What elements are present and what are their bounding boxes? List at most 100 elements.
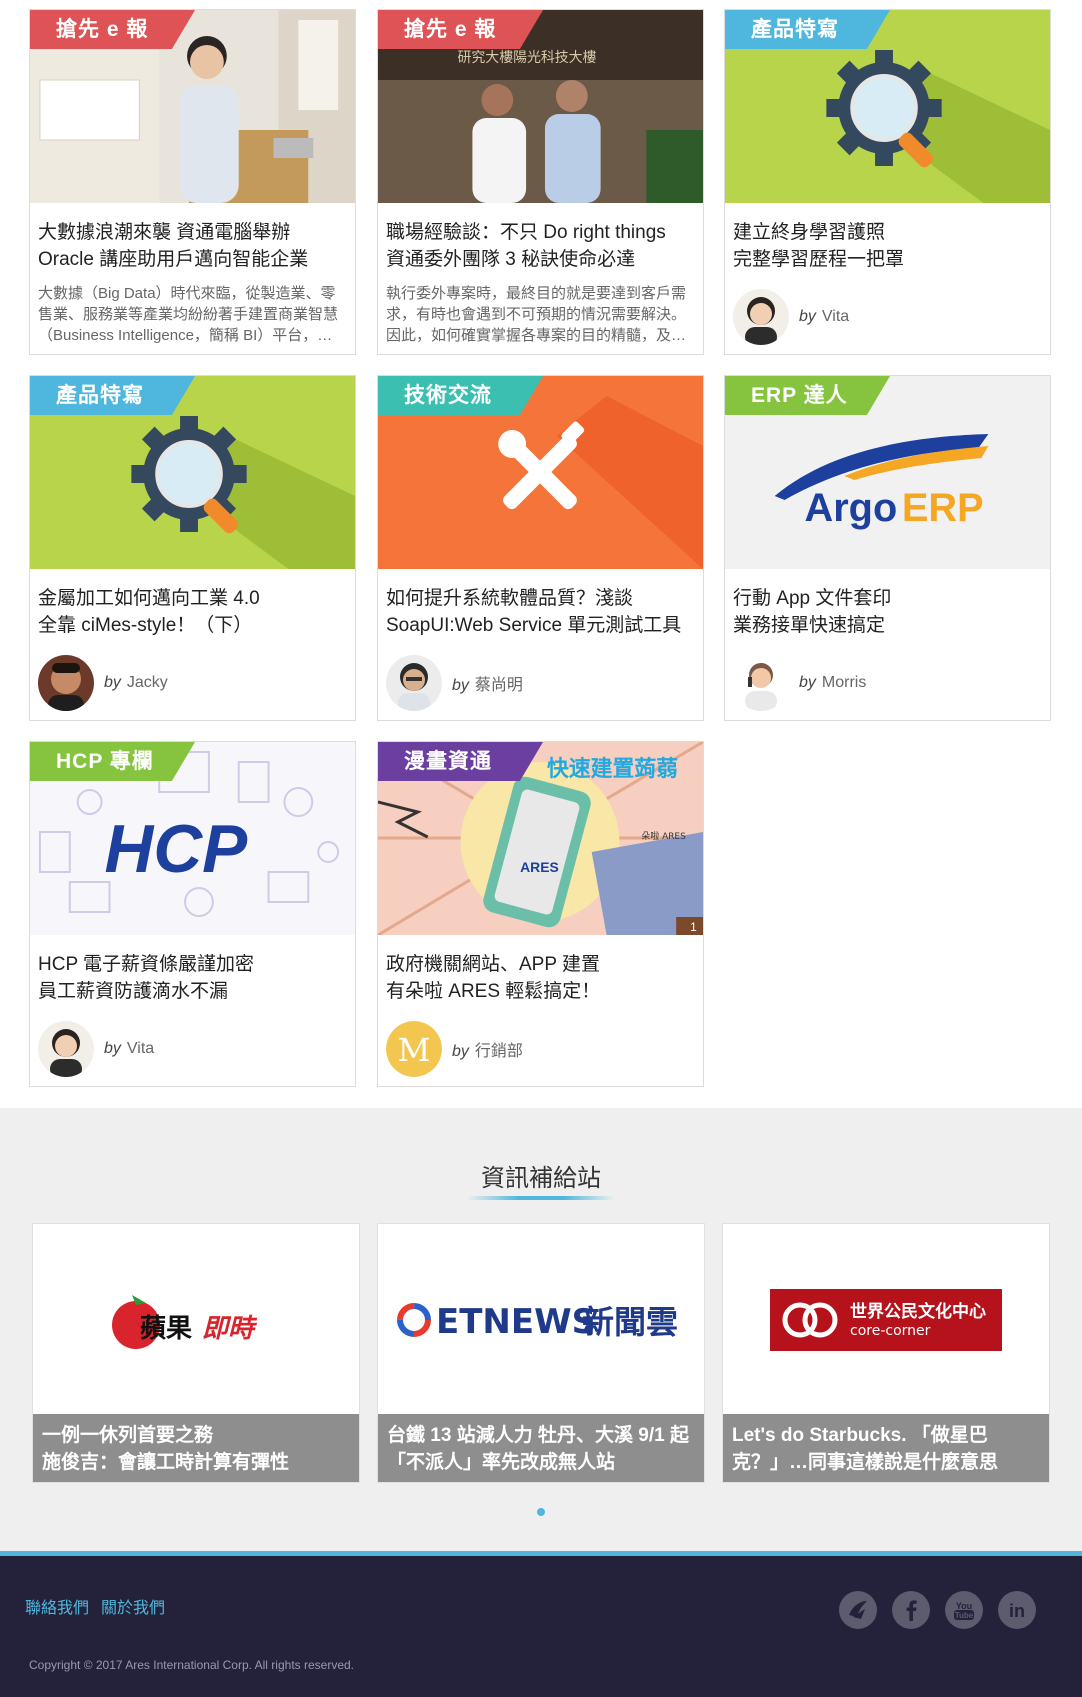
about-us-link[interactable]: 關於我們 [101, 1594, 165, 1618]
title-underline [467, 1196, 615, 1200]
author-avatar: M [386, 1021, 442, 1077]
title-line: 業務接單快速搞定 [733, 615, 886, 636]
caption-line: 台鐵 13 站減人力 牡丹、大溪 9/1 起 [387, 1425, 689, 1446]
article-thumbnail: 研究大樓陽光科技大樓 搶先 e 報 [378, 10, 703, 203]
svg-text:即時: 即時 [202, 1314, 258, 1344]
building-sign: 研究大樓陽光科技大樓 [458, 50, 597, 66]
facebook-icon[interactable] [892, 1591, 930, 1629]
title-line: 員工薪資防護滴水不漏 [38, 981, 229, 1002]
news-caption: Let's do Starbucks. 「做星巴 克？」…同事這樣說是什麼意思 [723, 1414, 1049, 1482]
caption-line: 施俊吉：會讓工時計算有彈性 [42, 1452, 290, 1473]
title-line: 建立終身學習護照 [733, 222, 886, 243]
article-thumbnail: 產品特寫 [725, 10, 1050, 203]
title-line: 如何提升系統軟體品質？淺談 [386, 588, 634, 609]
article-card-outsourcing[interactable]: 研究大樓陽光科技大樓 搶先 e 報 職場經驗談：不只 Do right thin… [377, 9, 704, 355]
article-title: 如何提升系統軟體品質？淺談 SoapUI:Web Service 單元測試工具 [378, 569, 703, 639]
youtube-icon[interactable]: You Tube [945, 1591, 983, 1629]
author-avatar [38, 655, 94, 711]
author-byline: by Morris [733, 655, 866, 711]
carousel-dot[interactable] [537, 1508, 545, 1516]
svg-text:in: in [1009, 1601, 1025, 1621]
svg-text:Tube: Tube [955, 1611, 974, 1620]
author-avatar [386, 655, 442, 711]
etnews-logo: ETNEWS 新聞雲 [378, 1224, 704, 1416]
author-avatar [38, 1021, 94, 1077]
article-card-mobile-app[interactable]: Argo ERP ERP 達人 行動 App 文件套印 業務接單快速搞定 by M… [724, 375, 1051, 721]
title-line: 政府機關網站、APP 建置 [386, 954, 600, 975]
author-avatar [733, 289, 789, 345]
author-byline: by Jacky [38, 655, 168, 711]
svg-text:新聞雲: 新聞雲 [582, 1303, 678, 1341]
author-byline: by Vita [38, 1021, 154, 1077]
title-line: 全靠 ciMes-style！（下） [38, 615, 253, 636]
article-title: 大數據浪潮來襲 資通電腦舉辦 Oracle 講座助用戶邁向智能企業 [30, 203, 355, 273]
article-excerpt: 大數據（Big Data）時代來臨，從製造業、零售業、服務業等產業均紛紛著手建置… [38, 285, 339, 344]
svg-text:M: M [398, 1031, 431, 1069]
svg-text:Argo: Argo [805, 486, 898, 530]
svg-text:ERP: ERP [902, 486, 984, 530]
title-line: 有朵啦 ARES 輕鬆搞定！ [386, 981, 601, 1002]
title-line: 行動 App 文件套印 [733, 588, 892, 609]
author-name: by 蔡尚明 [452, 677, 523, 694]
article-title: 職場經驗談：不只 Do right things 資通委外團隊 3 秘訣使命必達 [378, 203, 703, 273]
news-card-core-corner[interactable]: 世界公民文化中心 core-corner Let's do Starbucks.… [722, 1223, 1050, 1483]
linkedin-icon[interactable]: in [998, 1591, 1036, 1629]
svg-text:世界公民文化中心: 世界公民文化中心 [850, 1301, 986, 1322]
svg-text:core-corner: core-corner [850, 1323, 931, 1339]
news-card-apple[interactable]: 蘋果 即時 一例一休列首要之務 施俊吉：會讓工時計算有彈性 [32, 1223, 360, 1483]
author-name: by Morris [799, 674, 867, 691]
article-card-industry4[interactable]: 產品特寫 金屬加工如何邁向工業 4.0 全靠 ciMes-style！（下） b… [29, 375, 356, 721]
author-byline: by 蔡尚明 [386, 655, 523, 711]
article-thumbnail: 產品特寫 [30, 376, 355, 569]
article-excerpt: 執行委外專案時，最終目的就是要達到客戶需求，有時也會遇到不可預期的情況需要解決。… [386, 285, 687, 344]
article-thumbnail: 技術交流 [378, 376, 703, 569]
svg-text:蘋果: 蘋果 [140, 1314, 192, 1344]
category-tag: HCP 專欄 [30, 742, 195, 781]
news-section-title: 資訊補給站 [481, 1165, 601, 1192]
category-tag: ERP 達人 [725, 376, 890, 415]
caption-line: Let's do Starbucks. 「做星巴 [732, 1425, 988, 1446]
article-thumbnail: HCP HCP 專欄 [30, 742, 355, 935]
title-line: 職場經驗談：不只 Do right things [386, 222, 666, 243]
article-card-hcp[interactable]: HCP HCP 專欄 HCP 電子薪資條嚴謹加密 員工薪資防護滴水不漏 by Vi… [29, 741, 356, 1087]
core-corner-logo: 世界公民文化中心 core-corner [723, 1224, 1049, 1416]
category-tag: 漫畫資通 [378, 742, 543, 781]
svg-text:ETNEWS: ETNEWS [436, 1302, 596, 1342]
svg-text:You: You [956, 1601, 972, 1611]
article-title: HCP 電子薪資條嚴謹加密 員工薪資防護滴水不漏 [30, 935, 355, 1005]
caption-line: 克？」…同事這樣說是什麼意思 [732, 1452, 999, 1473]
article-title: 行動 App 文件套印 業務接單快速搞定 [725, 569, 1050, 639]
author-name: by Vita [799, 308, 850, 325]
title-line: 資通委外團隊 3 秘訣使命必達 [386, 249, 636, 270]
article-title: 建立終身學習護照 完整學習歷程一把罩 [725, 203, 1050, 273]
copyright-text: Copyright © 2017 Ares International Corp… [29, 1658, 355, 1672]
article-thumbnail: 搶先 e 報 [30, 10, 355, 203]
svg-text:ARES: ARES [520, 859, 559, 875]
author-byline: by Vita [733, 289, 849, 345]
ares-icon[interactable] [839, 1591, 877, 1629]
article-card-bigdata[interactable]: 搶先 e 報 大數據浪潮來襲 資通電腦舉辦 Oracle 講座助用戶邁向智能企業… [29, 9, 356, 355]
svg-text:快速建置蒟蒻: 快速建置蒟蒻 [547, 756, 678, 782]
author-name: by Jacky [104, 674, 168, 691]
author-byline: M by 行銷部 [386, 1021, 523, 1077]
category-tag: 搶先 e 報 [30, 10, 195, 49]
category-tag: 技術交流 [378, 376, 543, 415]
article-title: 政府機關網站、APP 建置 有朵啦 ARES 輕鬆搞定！ [378, 935, 703, 1005]
category-tag: 產品特寫 [30, 376, 195, 415]
title-line: 大數據浪潮來襲 資通電腦舉辦 [38, 222, 291, 243]
article-thumbnail: Argo ERP ERP 達人 [725, 376, 1050, 569]
news-card-etnews[interactable]: ETNEWS 新聞雲 台鐵 13 站減人力 牡丹、大溪 9/1 起 「不派人」率… [377, 1223, 705, 1483]
article-thumbnail: ARES 快速建置蒟蒻 朵啦 ARES 1 漫畫資通 [378, 742, 703, 935]
title-line: 金屬加工如何邁向工業 4.0 [38, 588, 260, 609]
article-title: 金屬加工如何邁向工業 4.0 全靠 ciMes-style！（下） [30, 569, 355, 639]
author-name: by Vita [104, 1040, 155, 1057]
contact-us-link[interactable]: 聯絡我們 [25, 1594, 89, 1618]
author-avatar [733, 655, 789, 711]
article-card-learning-passport[interactable]: 產品特寫 建立終身學習護照 完整學習歷程一把罩 by Vita [724, 9, 1051, 355]
caption-line: 「不派人」率先改成無人站 [387, 1452, 616, 1473]
caption-line: 一例一休列首要之務 [42, 1425, 214, 1446]
apple-daily-logo: 蘋果 即時 [33, 1224, 359, 1416]
article-card-comic[interactable]: ARES 快速建置蒟蒻 朵啦 ARES 1 漫畫資通 政府機關網站、APP 建置… [377, 741, 704, 1087]
article-card-soapui[interactable]: 技術交流 如何提升系統軟體品質？淺談 SoapUI:Web Service 單元… [377, 375, 704, 721]
title-line: SoapUI:Web Service 單元測試工具 [386, 615, 682, 636]
